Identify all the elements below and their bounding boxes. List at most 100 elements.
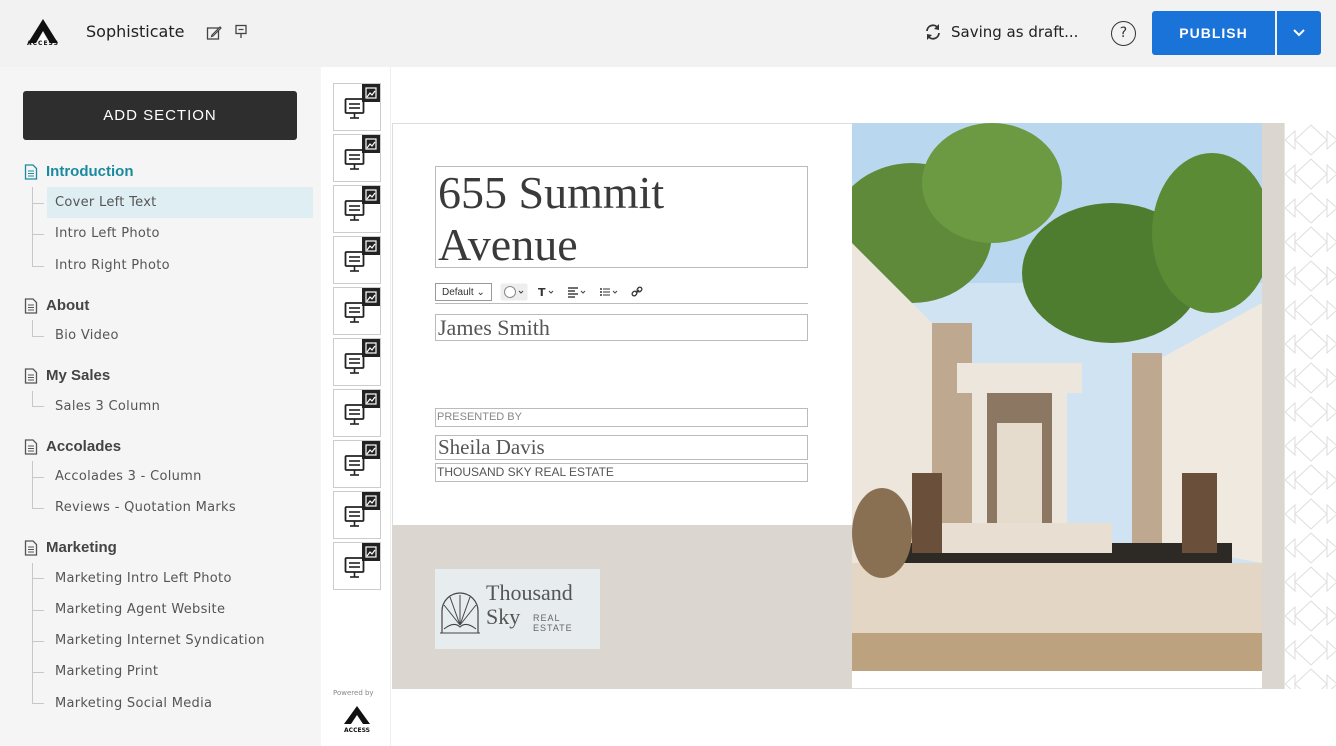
presented-by-field[interactable]: PRESENTED BY (435, 408, 808, 427)
image-icon (362, 390, 380, 408)
image-icon (362, 186, 380, 204)
property-photo[interactable] (852, 123, 1262, 671)
text-format-toolbar: Default ⌄ T (435, 280, 808, 304)
section-title-label: About (46, 297, 90, 314)
sidebar-item-marketing-intro-left-photo[interactable]: Marketing Intro Left Photo (47, 563, 313, 594)
sidebar-item-marketing-internet-syndication[interactable]: Marketing Internet Syndication (47, 625, 313, 656)
tree-branch (32, 610, 44, 611)
color-picker-icon[interactable] (500, 283, 528, 301)
tree-branch (32, 406, 44, 407)
brand-name-line1: Thousand (486, 580, 573, 605)
image-icon (362, 543, 380, 561)
section-introduction[interactable]: Introduction (24, 163, 133, 180)
document-icon (24, 297, 38, 314)
access-logo: ACCESS (344, 706, 370, 734)
sidebar-item-intro-left-photo[interactable]: Intro Left Photo (47, 218, 313, 249)
chevron-down-icon (1293, 29, 1305, 37)
saving-status-text: Saving as draft... (951, 23, 1079, 41)
tree-branch (32, 703, 44, 704)
help-icon[interactable]: ? (1111, 21, 1136, 46)
tree-branch (32, 336, 44, 337)
sidebar-item-marketing-social-media[interactable]: Marketing Social Media (47, 688, 313, 719)
diamond-pattern-border (1284, 123, 1336, 689)
edit-icon[interactable] (206, 25, 222, 41)
sidebar-item-reviews-quotation-marks[interactable]: Reviews - Quotation Marks (47, 492, 313, 523)
layout-thumbnail[interactable] (333, 287, 381, 335)
tree-line (32, 563, 33, 704)
section-title-label: Introduction (46, 163, 134, 180)
document-icon (24, 367, 38, 384)
sidebar-item-accolades-3-column[interactable]: Accolades 3 - Column (47, 461, 313, 492)
layout-thumbnail[interactable] (333, 236, 381, 284)
layout-thumbnail[interactable] (333, 83, 381, 131)
layout-thumbnail[interactable] (333, 389, 381, 437)
sidebar-item-marketing-agent-website[interactable]: Marketing Agent Website (47, 594, 313, 625)
section-marketing[interactable]: Marketing (24, 539, 117, 556)
sunburst-logo-icon (440, 592, 480, 634)
image-icon (362, 135, 380, 153)
courtyard-image (852, 123, 1262, 671)
section-title-label: Marketing (46, 539, 117, 556)
document-icon (24, 163, 38, 180)
layout-thumbnail[interactable] (333, 542, 381, 590)
layout-thumbnail[interactable] (333, 134, 381, 182)
image-icon (362, 288, 380, 306)
brand-subtitle: REAL ESTATE (533, 613, 573, 633)
sidebar-item-sales-3-column[interactable]: Sales 3 Column (47, 391, 313, 422)
tree-branch (32, 203, 44, 204)
section-about[interactable]: About (24, 297, 89, 314)
tree-branch (32, 672, 44, 673)
tree-line (32, 391, 33, 407)
tree-branch (32, 578, 44, 579)
layout-thumbnail[interactable] (333, 491, 381, 539)
section-accolades[interactable]: Accolades (24, 438, 121, 455)
section-title-label: Accolades (46, 438, 122, 455)
image-icon (362, 84, 380, 102)
document-icon (24, 438, 38, 455)
text-size-icon[interactable]: T (536, 285, 558, 299)
brokerage-field[interactable]: THOUSAND SKY REAL ESTATE (435, 463, 808, 482)
svg-text:T: T (538, 286, 546, 299)
saving-status: Saving as draft... (923, 22, 1078, 42)
image-icon (362, 237, 380, 255)
layout-thumbnail[interactable] (333, 440, 381, 488)
tree-line (32, 461, 33, 509)
diamond-pattern (1285, 123, 1336, 689)
link-icon[interactable] (630, 285, 644, 299)
logo-text: ACCESS (27, 40, 59, 47)
presenter-name-field[interactable]: Sheila Davis (435, 435, 808, 460)
tree-line (32, 320, 33, 337)
style-select[interactable]: Default ⌄ (435, 282, 492, 301)
section-title-label: My Sales (46, 367, 111, 384)
layout-thumbnail[interactable] (333, 185, 381, 233)
photo-accent-strip (1262, 123, 1284, 689)
section-my-sales[interactable]: My Sales (24, 367, 110, 384)
template-icon[interactable] (234, 24, 248, 40)
agent-name-field[interactable]: James Smith (435, 314, 808, 341)
app-title: Sophisticate (86, 22, 185, 41)
powered-by-label: Powered by (333, 689, 374, 697)
tree-branch (32, 234, 44, 235)
top-bar: ACCESS Sophisticate Saving as draft... ?… (0, 0, 1336, 67)
headline-field[interactable]: 655 Summit Avenue (435, 166, 808, 270)
brokerage-logo[interactable]: Thousand Sky REAL ESTATE (435, 569, 600, 649)
image-icon (362, 441, 380, 459)
tree-branch (32, 477, 44, 478)
image-icon (362, 339, 380, 357)
publish-options-button[interactable] (1277, 11, 1321, 55)
layout-thumbnail[interactable] (333, 338, 381, 386)
tree-line (32, 187, 33, 267)
sidebar-item-bio-video[interactable]: Bio Video (47, 320, 313, 351)
tree-branch (32, 266, 44, 267)
mini-logo-text: ACCESS (344, 727, 370, 734)
sidebar-item-intro-right-photo[interactable]: Intro Right Photo (47, 250, 313, 281)
align-icon[interactable] (566, 285, 590, 299)
document-icon (24, 539, 38, 556)
add-section-button[interactable]: ADD SECTION (23, 91, 297, 140)
tree-branch (32, 508, 44, 509)
list-icon[interactable] (598, 285, 622, 299)
publish-button[interactable]: PUBLISH (1152, 11, 1275, 55)
sidebar-item-marketing-print[interactable]: Marketing Print (47, 656, 313, 687)
sidebar-item-cover-left-text[interactable]: Cover Left Text (47, 187, 313, 218)
style-select-value: Default (442, 286, 474, 298)
